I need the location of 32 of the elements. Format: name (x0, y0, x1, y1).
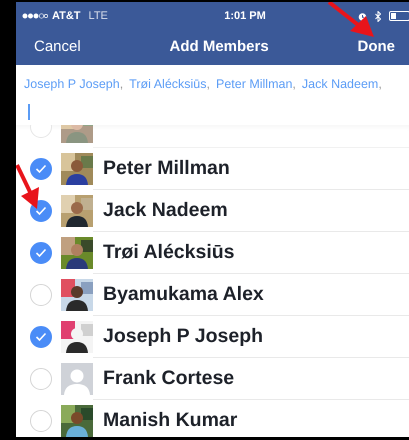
checkmark-icon (35, 164, 47, 174)
person-silhouette-icon (61, 363, 93, 395)
contact-name[interactable]: Peter Millman (103, 154, 230, 184)
checkmark-icon (35, 248, 47, 258)
select-checkbox[interactable] (30, 200, 52, 222)
select-checkbox[interactable] (30, 242, 52, 264)
contact-name[interactable]: Jack Nadeem (103, 196, 228, 226)
separator-comma: , (206, 77, 210, 91)
battery-icon (389, 11, 409, 21)
checkmark-icon (35, 206, 47, 216)
network-type: LTE (88, 8, 108, 24)
select-checkbox[interactable] (30, 326, 52, 348)
separator-comma: , (120, 77, 124, 91)
arrow (16, 164, 39, 209)
carrier-name: AT&T (52, 8, 81, 24)
clock-time: 1:01 PM (223, 8, 267, 24)
text-cursor (28, 104, 30, 120)
screen-title: Add Members (170, 37, 269, 58)
contact-name[interactable]: Joseph P Joseph (103, 322, 264, 352)
select-checkbox[interactable] (30, 158, 52, 180)
separator-comma: , (292, 77, 296, 91)
done-button[interactable]: Done (357, 36, 395, 59)
signal-icon (22, 13, 48, 19)
separator-comma: , (378, 77, 382, 91)
bluetooth-icon (375, 10, 381, 22)
contact-name[interactable]: Byamukama Alex (103, 280, 264, 310)
contact-name[interactable]: Manish Kumar (103, 406, 238, 436)
contact-name[interactable]: Trøi Alécksiūs (103, 238, 235, 268)
cancel-button[interactable]: Cancel (34, 36, 81, 59)
arrow (328, 2, 374, 37)
contact-name[interactable]: Frank Cortese (103, 364, 234, 394)
checkmark-icon (35, 332, 47, 342)
